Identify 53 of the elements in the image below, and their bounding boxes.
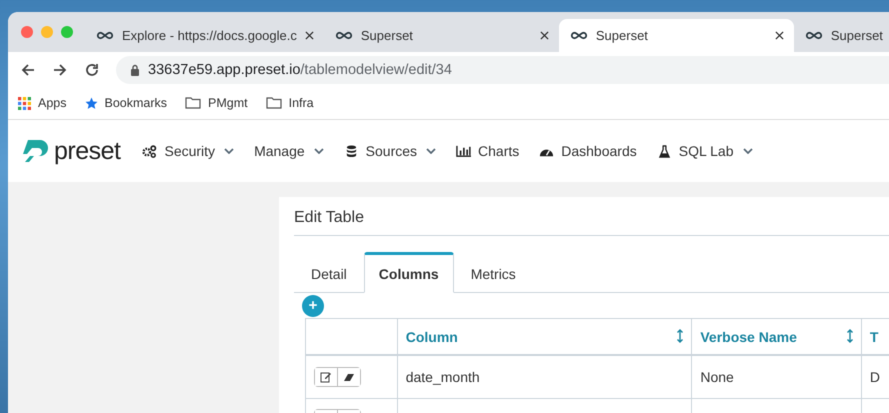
bookmark[interactable]: Apps [18, 96, 66, 110]
close-icon[interactable] [304, 31, 314, 40]
column-header[interactable]: T [861, 318, 889, 355]
reload-icon[interactable] [84, 62, 100, 78]
flask-icon [656, 144, 672, 158]
table-cell: D [870, 369, 880, 385]
column-header[interactable]: Verbose Name [692, 318, 862, 355]
infinity-icon [570, 31, 588, 40]
table-cell: date_month [406, 369, 480, 385]
delete-button[interactable] [337, 368, 360, 386]
panel-tab[interactable]: Metrics [454, 252, 533, 293]
address-bar[interactable]: 33637e59.app.preset.io/tablemodelview/edit/34 [116, 56, 889, 84]
nav-menu-item[interactable]: Dashboards [539, 143, 637, 159]
caret-icon [314, 148, 324, 154]
preset-logo[interactable]: preset [22, 136, 120, 166]
nav-menu-item[interactable]: Security [142, 143, 234, 159]
sort-icon[interactable] [846, 329, 853, 343]
folder-icon [185, 97, 202, 109]
apps-grid-icon [18, 96, 31, 110]
table-cell: None [700, 369, 734, 385]
forward-icon[interactable] [52, 62, 68, 78]
star-icon [84, 96, 98, 110]
gears-icon [142, 144, 158, 158]
browser-tab[interactable]: Superset [794, 19, 889, 52]
infinity-icon [334, 31, 353, 40]
column-header[interactable]: Column [397, 318, 692, 355]
caret-icon [742, 148, 752, 154]
caret-icon [224, 148, 234, 154]
nav-menu-item[interactable]: Sources [344, 143, 436, 159]
close-icon[interactable] [774, 31, 784, 40]
browser-tab[interactable]: Superset [324, 19, 559, 52]
edit-icon [320, 371, 332, 383]
nav-menu-item[interactable]: SQL Lab [656, 143, 752, 159]
infinity-icon [96, 31, 114, 40]
nav-menu-item[interactable]: Charts [456, 143, 520, 159]
nav-menu-item[interactable]: Manage [254, 143, 324, 159]
infinity-icon [804, 31, 823, 40]
panel-tab[interactable]: Columns [364, 252, 454, 293]
caret-icon [426, 148, 436, 154]
panel-title: Edit Table [294, 209, 889, 236]
eraser-icon [343, 371, 355, 383]
close-icon[interactable] [540, 31, 549, 40]
back-icon[interactable] [20, 62, 36, 78]
bookmark[interactable]: PMgmt [185, 96, 248, 110]
lock-icon [130, 64, 140, 76]
bookmark[interactable]: Infra [266, 96, 314, 110]
browser-tab[interactable]: Superset [558, 19, 794, 52]
folder-icon [266, 97, 282, 109]
browser-tab[interactable]: Explore - https://docs.google.c [85, 19, 324, 52]
bar-chart-icon [456, 144, 472, 158]
panel-tab[interactable]: Detail [294, 252, 364, 293]
bookmark[interactable]: Bookmarks [84, 96, 168, 110]
sort-icon[interactable] [677, 329, 684, 343]
